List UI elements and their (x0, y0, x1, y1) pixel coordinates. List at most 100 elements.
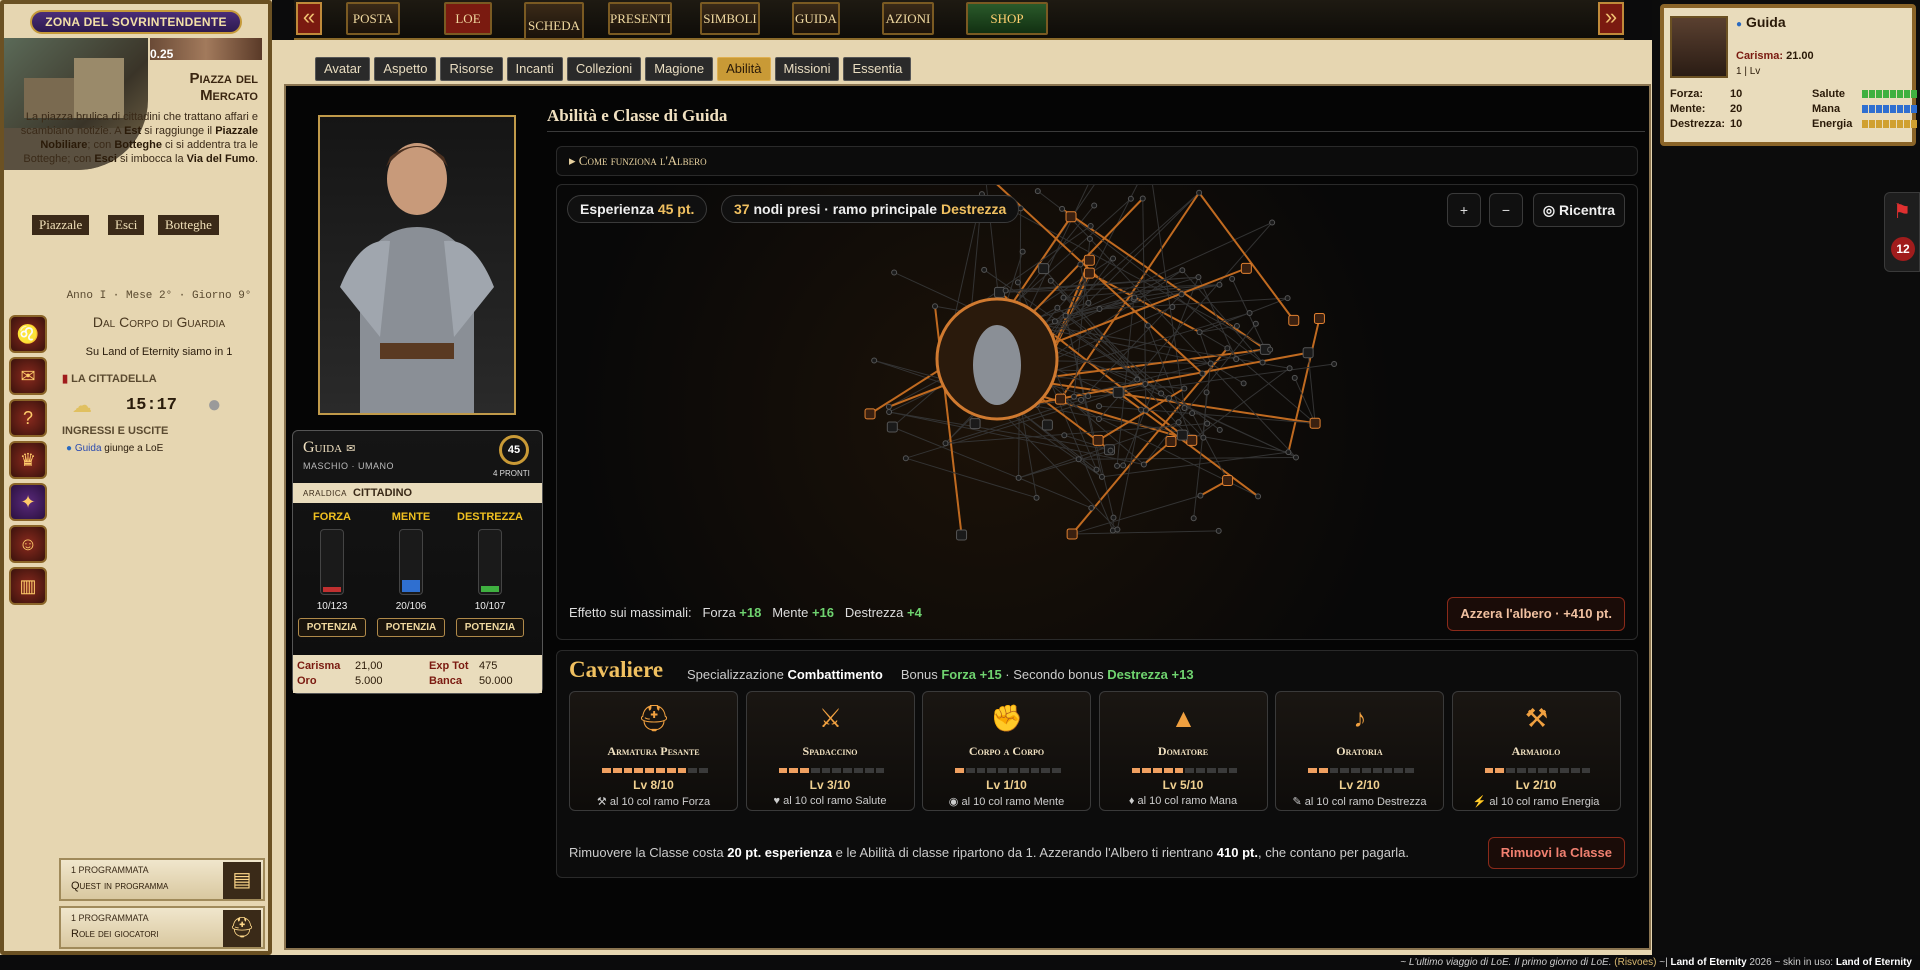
skill-level: Lv 2/10 (1339, 778, 1380, 792)
stat-mente: MENTE 20/106 POTENZIA (376, 511, 446, 637)
nav-azioni[interactable]: AZIONI (882, 2, 934, 35)
trophy-icon[interactable]: ♛ (9, 441, 47, 479)
skill-name: Domatore (1157, 744, 1209, 758)
feather-icon: ✎ (1292, 796, 1302, 808)
tab-collezioni[interactable]: Collezioni (566, 57, 642, 81)
piazzale-button[interactable]: Piazzale (32, 215, 90, 235)
skill-note: ♥ al 10 col ramo Salute (773, 795, 887, 807)
skill-tree-graph[interactable] (557, 185, 1637, 639)
skill-tree[interactable]: Esperienza 45 pt. 37 nodi presi · ramo p… (556, 184, 1638, 640)
eye-icon: ◉ (948, 796, 959, 808)
guard-title: Dal Corpo di Guardia (92, 314, 226, 330)
stat-destrezza: DESTREZZA 10/107 POTENZIA (455, 511, 525, 637)
skill-card[interactable]: ⚒ Armaiolo Lv 2/10 ⚡ al 10 col ramo Energia (1451, 691, 1621, 811)
anvil-icon: ⚒ (1524, 703, 1549, 733)
nav-posta[interactable]: POSTA (346, 2, 400, 35)
profile-carisma: Carisma: 21.00 (1736, 50, 1814, 62)
io-title: INGRESSI E USCITE (62, 425, 169, 437)
quest-programmata[interactable]: 1 PROGRAMMATA Quest in programma ▤ (59, 858, 265, 901)
nav-loe[interactable]: LOE (444, 2, 492, 35)
mail-icon[interactable]: ✉ (346, 443, 355, 455)
target-icon: ◎ (1542, 202, 1556, 218)
tab-avatar[interactable]: Avatar (315, 57, 371, 81)
skill-name: Spadaccino (802, 744, 858, 758)
io-user-link[interactable]: Guida (75, 443, 102, 454)
tab-essentia[interactable]: Essentia (843, 57, 912, 81)
tab-missioni[interactable]: Missioni (774, 57, 840, 81)
avatar[interactable] (1670, 16, 1728, 78)
mail-icon[interactable]: ✉ (9, 357, 47, 395)
user-icon: ● (1736, 19, 1743, 30)
rimuovi-classe-button[interactable]: Rimuovi la Classe (1487, 837, 1625, 869)
flag-icon: ⚑ (1893, 201, 1911, 223)
nav-next-arrow[interactable]: » (1598, 2, 1624, 35)
economy-box: Carisma 21,00 Exp Tot 475 Oro 5.000 Banca 50… (293, 655, 542, 693)
skill-note: ⚒ al 10 col ramo Forza (596, 796, 711, 808)
title-divider (547, 131, 1645, 132)
horn-icon: ♪ (1353, 703, 1367, 733)
skill-card[interactable]: ⚔ Spadaccino Lv 3/10 ♥ al 10 col ramo Salut… (745, 691, 915, 811)
botteghe-button[interactable]: Botteghe (158, 215, 219, 235)
level-tag: 0.25 (150, 47, 174, 61)
character-portrait (318, 115, 516, 415)
helmet-icon: ⛑ (637, 703, 671, 733)
fist-icon: ✊ (990, 703, 1024, 733)
lion-icon[interactable]: ♌ (9, 315, 47, 353)
esci-button[interactable]: Esci (108, 215, 145, 235)
nav-shop[interactable]: SHOP (966, 2, 1048, 35)
banner-icon[interactable]: ✦ (9, 483, 47, 521)
zoom-out-button[interactable]: − (1489, 193, 1523, 227)
land-status: Su Land of Eternity siamo in 1 (85, 346, 233, 358)
potenzia-forza-button[interactable]: POTENZIA (298, 618, 366, 637)
skill-note: ♦ al 10 col ramo Mana (1128, 795, 1238, 807)
crossed-swords-icon: ⚔ (818, 703, 843, 733)
top-navigation: « POSTA LOE SCHEDA PRESENTI SIMBOLI GUID… (294, 0, 1624, 40)
city-label: ▮ LA CITTADELLA (62, 373, 157, 385)
skill-level: Lv 8/10 (633, 778, 674, 792)
nav-scheda[interactable]: SCHEDA (524, 2, 584, 40)
skill-level: Lv 1/10 (986, 778, 1027, 792)
profile-mana: Mana (1812, 103, 1917, 115)
ricentra-button[interactable]: ◎ Ricentra (1533, 193, 1625, 227)
skill-note: ◉ al 10 col ramo Mente (948, 796, 1065, 808)
azzera-albero-button[interactable]: Azzera l'albero · +410 pt. (1447, 597, 1625, 631)
skill-card[interactable]: ▲ Domatore Lv 5/10 ♦ al 10 col ramo Mana (1098, 691, 1268, 811)
clock: ☁ 15:17 ● (72, 391, 266, 419)
potenzia-mente-button[interactable]: POTENZIA (377, 618, 445, 637)
profile-forza: Forza: 10 (1670, 88, 1743, 100)
skill-level: Lv 2/10 (1515, 778, 1557, 792)
help-icon[interactable]: ? (9, 399, 47, 437)
zoom-in-button[interactable]: + (1447, 193, 1481, 227)
skill-card[interactable]: ♪ Oratoria Lv 2/10 ✎ al 10 col ramo Destrez… (1275, 691, 1444, 811)
tab-incanti[interactable]: Incanti (506, 57, 563, 81)
nav-guida[interactable]: GUIDA (792, 2, 840, 35)
bolt-icon: ⚡ (1472, 796, 1487, 808)
nav-presenti[interactable]: PRESENTI (608, 2, 672, 35)
profile-name[interactable]: ● Guida (1736, 14, 1786, 30)
door-icon[interactable]: ▥ (9, 567, 47, 605)
game-time: 15:17 (126, 395, 178, 415)
howto-toggle[interactable]: ▸ Come funziona l'Albero (556, 146, 1638, 176)
tab-aspetto[interactable]: Aspetto (374, 57, 437, 81)
potenzia-destrezza-button[interactable]: POTENZIA (456, 618, 524, 637)
nav-simboli[interactable]: SIMBOLI (700, 2, 760, 35)
axe-icon: ⚒ (596, 796, 607, 808)
role-programmata[interactable]: 1 PROGRAMMATA Role dei giocatori ⛑ (59, 906, 265, 949)
skill-level-bar (1484, 768, 1591, 773)
level-ring: 45 (499, 435, 529, 465)
place-description: La piazza brulica di cittadini che tratt… (20, 111, 258, 165)
tab-abilita[interactable]: Abilità (717, 57, 771, 81)
tab-risorse[interactable]: Risorse (440, 57, 503, 81)
character-icon[interactable]: ☺ (9, 525, 47, 563)
skill-card[interactable]: ⛑ Armatura Pesante Lv 8/10 ⚒ al 10 col ramo… (569, 691, 738, 811)
notification-count: 12 (1891, 237, 1915, 261)
weather-icon: ☁ (72, 394, 92, 417)
skill-card[interactable]: ✊ Corpo a Corpo Lv 1/10 ◉ al 10 col ramo Me… (922, 691, 1091, 811)
notifications[interactable]: ⚑ 12 (1884, 192, 1920, 272)
shield-icon: ▮ (62, 373, 69, 385)
nav-prev-arrow[interactable]: « (296, 2, 322, 35)
profile-energia: Energia (1812, 118, 1917, 130)
tab-magione[interactable]: Magione (645, 57, 714, 81)
drop-icon: ♦ (1128, 795, 1135, 807)
skill-note: ⚡ al 10 col ramo Energia (1472, 796, 1600, 808)
